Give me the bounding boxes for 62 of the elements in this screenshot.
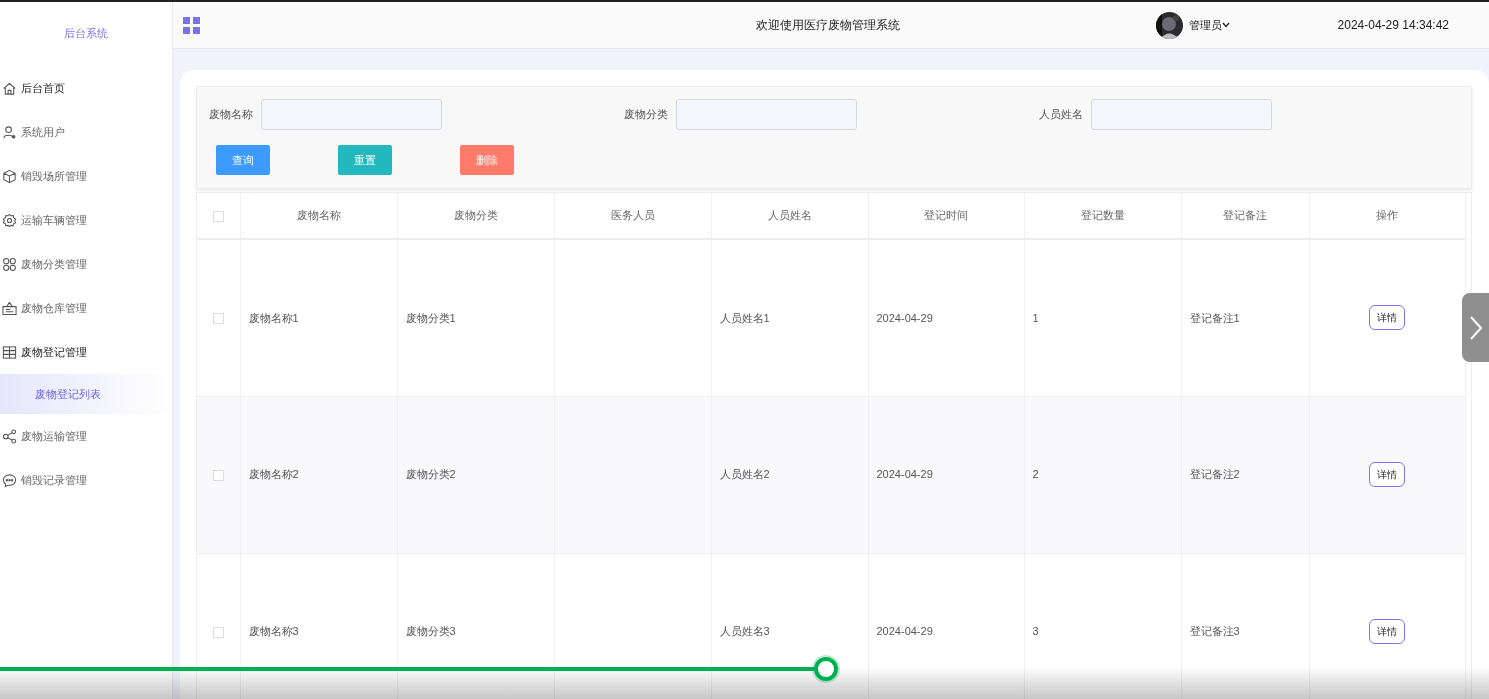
sidebar-item[interactable]: 销毁场所管理: [0, 154, 172, 198]
chat-icon: [2, 472, 17, 488]
date-time: 2024-04-29 14:34:42: [1337, 17, 1449, 34]
table-cell: 登记备注2: [1181, 396, 1309, 553]
details-button[interactable]: 详情: [1369, 305, 1405, 331]
column-header: 废物名称: [240, 193, 397, 239]
column-header: 操作: [1309, 193, 1465, 239]
sidebar-item[interactable]: 废物仓库管理: [0, 286, 172, 330]
header-title: 欢迎使用医疗废物管理系统: [755, 18, 900, 32]
menu-icon[interactable]: [183, 16, 200, 34]
sidebar-item[interactable]: 废物运输管理: [0, 414, 172, 458]
details-button[interactable]: 详情: [1369, 462, 1405, 487]
checkbox[interactable]: [212, 210, 224, 222]
share-icon: [2, 428, 17, 444]
sidebar-item[interactable]: 运输车辆管理: [0, 198, 172, 242]
table-cell: 废物分类2: [397, 396, 554, 553]
next-button[interactable]: [1462, 293, 1489, 362]
column-header: 登记时间: [868, 193, 1024, 239]
checkbox[interactable]: [212, 626, 224, 638]
sidebar-item[interactable]: 后台首页: [0, 66, 172, 110]
cube-icon: [2, 168, 17, 184]
sidebar-item[interactable]: 废物分类管理: [0, 242, 172, 286]
gear-icon: [2, 212, 17, 228]
table-cell: 废物分类1: [397, 239, 554, 396]
sidebar-item[interactable]: 系统用户: [0, 110, 172, 154]
sidebar-item[interactable]: 废物登记管理: [0, 330, 172, 374]
sidebar-item[interactable]: 销毁记录管理: [0, 458, 172, 502]
input-field[interactable]: [261, 99, 442, 130]
field-label: 废物名称: [209, 107, 253, 123]
table-cell: 登记备注1: [1181, 239, 1309, 396]
column-header: 废物分类: [397, 193, 554, 239]
column-header: 医务人员: [554, 193, 711, 239]
checkbox[interactable]: [212, 313, 224, 325]
column-header: 登记数量: [1024, 193, 1181, 239]
table-cell: 人员姓名1: [711, 239, 868, 396]
table-cell: 废物名称2: [240, 396, 397, 553]
table-cell: 2: [1024, 396, 1181, 553]
chevron-right-icon: [1468, 314, 1483, 341]
table-cell: 2024-04-29: [868, 396, 1024, 553]
table-cell: 2024-04-29: [868, 239, 1024, 396]
column-header: 登记备注: [1181, 193, 1309, 239]
input-field[interactable]: [1091, 99, 1272, 130]
grid-icon: [2, 256, 17, 272]
table-cell: 人员姓名2: [711, 396, 868, 553]
sidebar-title: 后台系统: [64, 25, 108, 41]
details-button[interactable]: 详情: [1369, 619, 1405, 644]
checkbox[interactable]: [212, 469, 224, 481]
user-icon: [2, 124, 17, 140]
field-label: 人员姓名: [1039, 107, 1083, 123]
field-label: 废物分类: [624, 107, 668, 123]
user-name[interactable]: 管理员: [1188, 16, 1222, 34]
home-icon: [2, 80, 17, 96]
column-header: 人员姓名: [711, 193, 868, 239]
table-cell: 废物名称1: [240, 239, 397, 396]
caret-icon[interactable]: [1221, 22, 1230, 28]
table-cell: 登记备注3: [1181, 553, 1309, 699]
warehouse-icon: [2, 300, 17, 316]
table-cell: 2024-04-29: [868, 553, 1024, 699]
table-icon: [2, 344, 17, 360]
input-field[interactable]: [676, 99, 857, 130]
table-cell: 3: [1024, 553, 1181, 699]
table-cell: 1: [1024, 239, 1181, 396]
